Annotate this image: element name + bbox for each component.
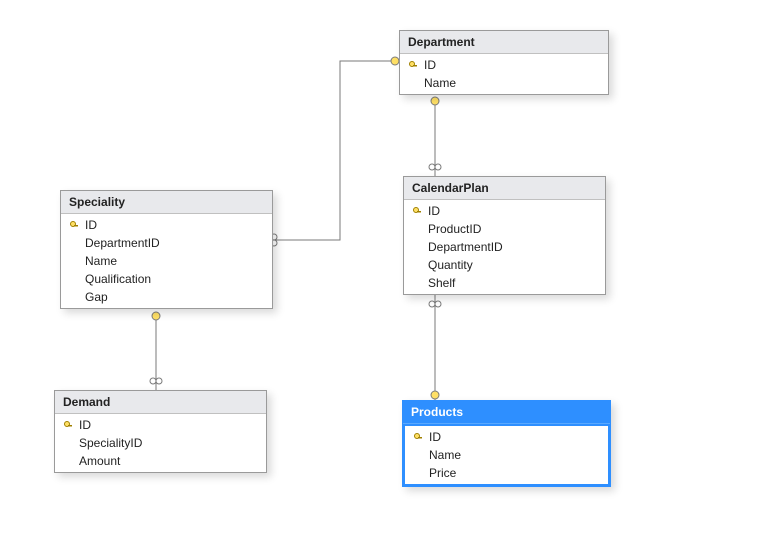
column-name: SpecialityID <box>79 436 260 450</box>
blank-icon <box>61 436 75 450</box>
column-name: Quantity <box>428 258 599 272</box>
pk-icon <box>67 218 81 232</box>
column-row: Quantity <box>404 256 605 274</box>
column-row: ID <box>61 216 272 234</box>
column-row: Amount <box>55 452 266 470</box>
column-row: Name <box>400 74 608 92</box>
column-name: DepartmentID <box>428 240 599 254</box>
blank-icon <box>410 222 424 236</box>
pk-icon <box>410 204 424 218</box>
pk-icon <box>61 418 75 432</box>
blank-icon <box>410 240 424 254</box>
column-row: DepartmentID <box>61 234 272 252</box>
column-name: Qualification <box>85 272 266 286</box>
entity-products[interactable]: Products ID Name Price <box>402 400 611 487</box>
entity-title: Department <box>400 31 608 54</box>
column-row: ID <box>404 202 605 220</box>
column-row: Price <box>405 464 608 482</box>
entity-department[interactable]: Department ID Name <box>399 30 609 95</box>
column-name: Name <box>85 254 266 268</box>
column-row: ProductID <box>404 220 605 238</box>
column-name: ID <box>85 218 266 232</box>
column-name: ID <box>424 58 602 72</box>
column-row: Name <box>61 252 272 270</box>
entity-title: Demand <box>55 391 266 414</box>
column-row: Name <box>405 446 608 464</box>
entity-columns: ID Name Price <box>405 426 608 484</box>
entity-columns: ID Name <box>400 54 608 94</box>
column-row: ID <box>400 56 608 74</box>
column-row: DepartmentID <box>404 238 605 256</box>
blank-icon <box>410 258 424 272</box>
column-row: ID <box>55 416 266 434</box>
blank-icon <box>67 290 81 304</box>
column-row: Shelf <box>404 274 605 292</box>
column-name: Amount <box>79 454 260 468</box>
column-name: ID <box>429 430 602 444</box>
blank-icon <box>406 76 420 90</box>
entity-columns: ID SpecialityID Amount <box>55 414 266 472</box>
pk-icon <box>411 430 425 444</box>
column-row: SpecialityID <box>55 434 266 452</box>
entity-title: Products <box>403 401 610 424</box>
column-name: Price <box>429 466 602 480</box>
blank-icon <box>67 272 81 286</box>
entity-columns: ID ProductID DepartmentID Quantity Shelf <box>404 200 605 294</box>
blank-icon <box>410 276 424 290</box>
blank-icon <box>411 466 425 480</box>
blank-icon <box>67 254 81 268</box>
entity-columns: ID DepartmentID Name Qualification Gap <box>61 214 272 308</box>
column-name: ID <box>428 204 599 218</box>
column-name: Name <box>424 76 602 90</box>
column-name: Gap <box>85 290 266 304</box>
column-row: ID <box>405 428 608 446</box>
blank-icon <box>61 454 75 468</box>
entity-title: CalendarPlan <box>404 177 605 200</box>
entity-title: Speciality <box>61 191 272 214</box>
blank-icon <box>411 448 425 462</box>
column-row: Qualification <box>61 270 272 288</box>
column-name: ID <box>79 418 260 432</box>
pk-icon <box>406 58 420 72</box>
blank-icon <box>67 236 81 250</box>
entity-demand[interactable]: Demand ID SpecialityID Amount <box>54 390 267 473</box>
column-name: ProductID <box>428 222 599 236</box>
column-row: Gap <box>61 288 272 306</box>
column-name: DepartmentID <box>85 236 266 250</box>
entity-calendarplan[interactable]: CalendarPlan ID ProductID DepartmentID Q… <box>403 176 606 295</box>
column-name: Name <box>429 448 602 462</box>
column-name: Shelf <box>428 276 599 290</box>
entity-speciality[interactable]: Speciality ID DepartmentID Name Qualific… <box>60 190 273 309</box>
